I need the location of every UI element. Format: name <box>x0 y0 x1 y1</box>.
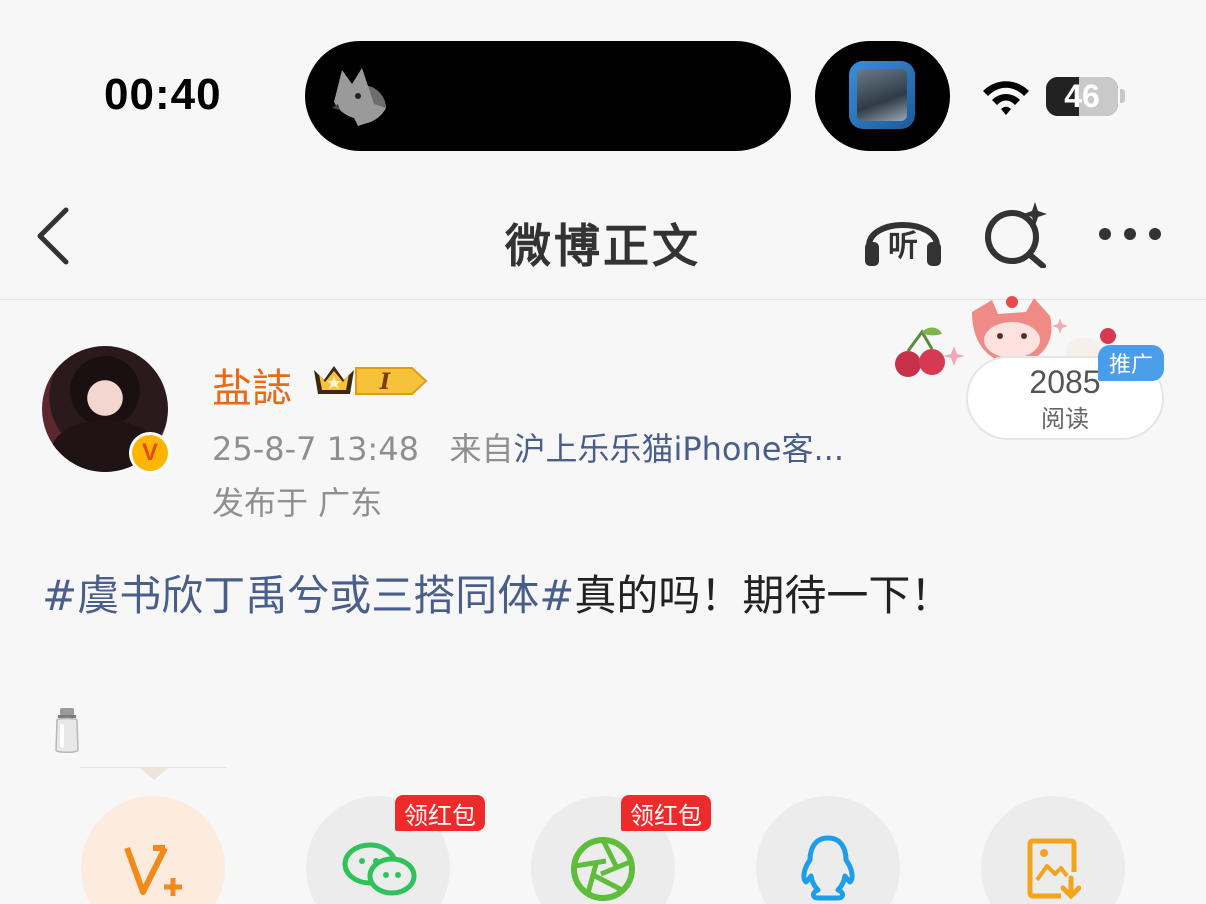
wifi-icon <box>983 81 1029 115</box>
red-packet-tag[interactable]: 领红包 <box>395 795 485 831</box>
username[interactable]: 盐誌 <box>212 356 292 414</box>
source-prefix: 来自 <box>449 430 514 468</box>
share-vplus-button[interactable] <box>81 796 225 904</box>
post-text: 真的吗！期待一下！ <box>574 571 953 620</box>
moments-shutter-icon <box>571 837 635 901</box>
qq-penguin-icon <box>801 835 855 901</box>
listen-headphones-icon[interactable]: 听 <box>861 204 945 268</box>
ai-search-icon[interactable] <box>983 200 1051 268</box>
promo-tag[interactable]: 推广 <box>1098 345 1164 381</box>
save-image-button[interactable] <box>981 796 1125 904</box>
verified-v-badge-icon: V <box>129 432 171 474</box>
salt-shaker-icon <box>55 708 79 753</box>
save-image-icon <box>1027 838 1081 900</box>
battery-indicator: 46 <box>1046 77 1118 116</box>
battery-percentage: 46 <box>1064 78 1100 114</box>
post-source-link[interactable]: 沪上乐乐猫iPhone客... <box>513 430 844 468</box>
more-options-icon[interactable] <box>1097 222 1163 246</box>
post-location: 发布于 广东 <box>212 484 383 522</box>
post-meta: 25-8-7 13:48 来自沪上乐乐猫iPhone客... <box>212 424 844 470</box>
share-qq-button[interactable] <box>756 796 900 904</box>
battery-tip <box>1120 89 1125 103</box>
wolf-icon <box>332 68 386 126</box>
listen-label: 听 <box>888 229 918 264</box>
vplus-icon <box>124 845 182 896</box>
red-packet-tag[interactable]: 领红包 <box>621 795 711 831</box>
member-crown-badge-icon[interactable]: I <box>310 360 428 402</box>
wechat-icon <box>342 842 417 896</box>
tooltip-pointer <box>140 768 168 780</box>
app-thumbnail-icon <box>849 61 915 129</box>
member-level: I <box>379 369 391 395</box>
hashtag-link[interactable]: #虞书欣丁禹兮或三搭同体# <box>42 571 574 620</box>
post-content: #虞书欣丁禹兮或三搭同体#真的吗！期待一下！ <box>42 562 952 623</box>
nav-bar: 微博正文 听 <box>0 178 1206 300</box>
read-label: 阅读 <box>1041 405 1089 433</box>
status-time: 00:40 <box>104 70 222 119</box>
post-date: 25-8-7 13:48 <box>212 430 419 468</box>
